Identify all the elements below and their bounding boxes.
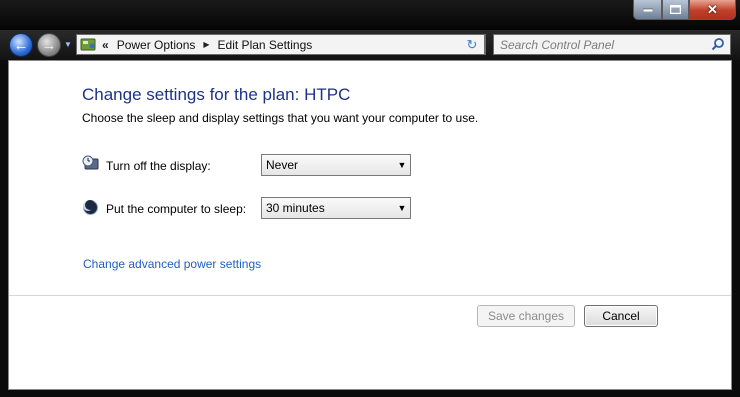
title-bar[interactable]: ✕ [0, 0, 740, 30]
search-box[interactable] [493, 34, 731, 55]
control-panel-window: ✕ ← → ▼ « Power Options ▶ Edit Plan Sett… [0, 0, 740, 397]
recent-pages-dropdown-icon[interactable]: ▼ [64, 40, 72, 49]
footer-divider [9, 295, 731, 296]
refresh-icon: ↻ [466, 36, 478, 52]
advanced-power-settings-link[interactable]: Change advanced power settings [83, 257, 261, 271]
breadcrumb-separator-icon[interactable]: ▶ [203, 40, 209, 49]
refresh-button[interactable]: ↻ [460, 34, 485, 55]
sleep-timeout-value: 30 minutes [266, 201, 325, 215]
display-timeout-label: Turn off the display: [106, 159, 211, 173]
search-icon[interactable] [711, 37, 725, 51]
forward-arrow-icon: → [41, 36, 57, 54]
address-bar[interactable]: « Power Options ▶ Edit Plan Settings ▼ [76, 34, 486, 55]
close-button[interactable]: ✕ [689, 0, 736, 20]
save-changes-button[interactable]: Save changes [477, 305, 575, 327]
sleep-timeout-label: Put the computer to sleep: [106, 202, 247, 216]
minimize-button[interactable] [633, 0, 662, 20]
page-description: Choose the sleep and display settings th… [82, 111, 479, 125]
search-input[interactable] [500, 36, 700, 53]
content-pane: Change settings for the plan: HTPC Choos… [8, 60, 732, 390]
maximize-icon [670, 5, 681, 14]
cancel-button[interactable]: Cancel [584, 305, 658, 327]
breadcrumb-power-options[interactable]: Power Options [117, 38, 196, 52]
chevron-down-icon: ▼ [397, 203, 407, 213]
moon-sleep-icon [83, 200, 98, 215]
breadcrumb-overflow-icon[interactable]: « [102, 38, 109, 52]
page-title: Change settings for the plan: HTPC [82, 85, 351, 104]
chevron-down-icon: ▼ [397, 160, 407, 170]
back-arrow-icon: ← [13, 36, 29, 54]
caption-buttons: ✕ [633, 0, 736, 20]
sleep-timeout-select[interactable]: 30 minutes ▼ [261, 197, 411, 219]
minimize-icon [642, 8, 653, 12]
breadcrumb-edit-plan-settings[interactable]: Edit Plan Settings [218, 38, 313, 52]
display-timeout-value: Never [266, 158, 299, 172]
back-button[interactable]: ← [9, 33, 33, 57]
display-timeout-select[interactable]: Never ▼ [261, 154, 411, 176]
close-icon: ✕ [707, 1, 718, 17]
forward-button[interactable]: → [37, 33, 61, 57]
maximize-button[interactable] [662, 0, 689, 20]
control-panel-icon [80, 38, 96, 51]
display-timer-icon [82, 155, 99, 170]
